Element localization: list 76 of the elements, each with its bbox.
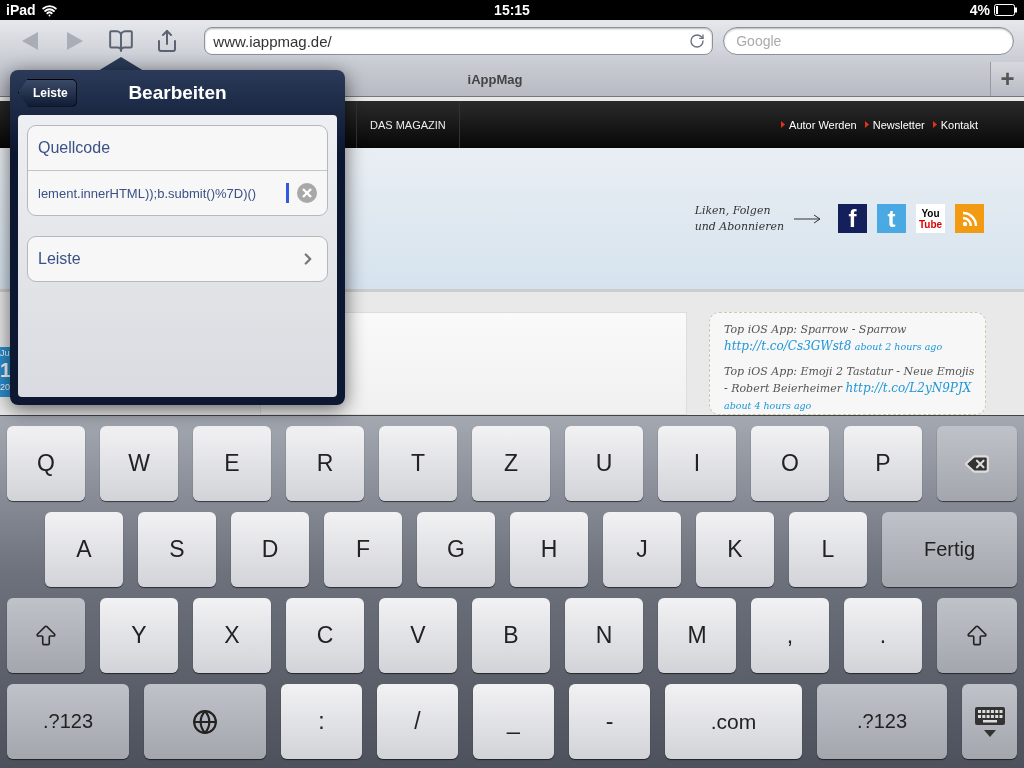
key[interactable]: W (100, 426, 178, 501)
globe-icon (192, 708, 218, 735)
key[interactable]: L (789, 512, 867, 587)
book-icon (107, 28, 134, 54)
key[interactable]: H (510, 512, 588, 587)
right-triangle-icon (67, 32, 84, 50)
clock: 15:15 (494, 2, 530, 18)
dotcom-key[interactable]: .com (665, 684, 802, 759)
bullet-icon (864, 121, 869, 128)
facebook-link[interactable]: f (838, 204, 867, 233)
key[interactable]: Q (7, 426, 85, 501)
keyboard-icon (973, 704, 1006, 739)
key[interactable]: K (696, 512, 774, 587)
key[interactable]: S (138, 512, 216, 587)
bullet-icon (932, 121, 937, 128)
shift-key[interactable] (937, 598, 1017, 673)
key[interactable]: F (324, 512, 402, 587)
battery-icon (994, 4, 1018, 16)
backspace-key[interactable] (937, 426, 1017, 501)
youtube-link[interactable]: You Tube (916, 204, 945, 233)
key[interactable]: E (193, 426, 271, 501)
key[interactable]: / (377, 684, 458, 759)
wifi-icon (41, 2, 57, 18)
code-field[interactable]: lement.innerHTML));b.submit()%7D)() (38, 185, 286, 201)
search-field[interactable]: Google (723, 27, 1014, 55)
battery-percent: 4% (969, 2, 990, 18)
key[interactable]: A (45, 512, 123, 587)
page-title: iAppMag (466, 71, 524, 87)
nav-link[interactable]: Autor Werden (781, 118, 857, 131)
device-name: iPad (6, 2, 36, 18)
key[interactable]: G (417, 512, 495, 587)
nav-link[interactable]: Kontakt (932, 118, 978, 131)
key[interactable]: X (193, 598, 271, 673)
bullet-icon (781, 121, 786, 128)
key[interactable]: . (844, 598, 922, 673)
key[interactable]: B (472, 598, 550, 673)
key[interactable]: N (565, 598, 643, 673)
arrow-icon (794, 213, 822, 224)
key[interactable]: J (603, 512, 681, 587)
key[interactable]: M (658, 598, 736, 673)
reload-button[interactable] (689, 33, 706, 49)
name-field[interactable]: Quellcode (38, 139, 317, 157)
done-key[interactable]: Fertig (882, 512, 1017, 587)
key[interactable]: U (565, 426, 643, 501)
tagline: Liken, Folgen und Abonnieren (694, 202, 784, 235)
popover-title: Bearbeiten (128, 81, 227, 104)
tweet: Top iOS App: Emoji 2 Tastatur - Neue Emojis - Robert Beierheimer http://t.co/L2yN9PJX about 4 hours ago (724, 364, 976, 413)
text-cursor (286, 183, 289, 203)
reload-icon (689, 33, 706, 49)
key[interactable]: I (658, 426, 736, 501)
back-button[interactable]: Leiste (18, 78, 77, 107)
key[interactable]: P (844, 426, 922, 501)
shift-key[interactable] (7, 598, 85, 673)
new-tab-button[interactable]: + (990, 62, 1024, 96)
menu-row[interactable]: Leiste (28, 237, 327, 281)
key[interactable]: V (379, 598, 457, 673)
hide-keyboard-key[interactable] (962, 684, 1017, 759)
nav-link[interactable]: Newsletter (864, 118, 925, 131)
key[interactable]: : (281, 684, 362, 759)
key[interactable]: - (569, 684, 650, 759)
key[interactable]: D (231, 512, 309, 587)
url-field[interactable]: www.iappmag.de/ (204, 27, 714, 55)
key[interactable]: T (379, 426, 457, 501)
key[interactable]: Z (472, 426, 550, 501)
key[interactable]: , (751, 598, 829, 673)
key[interactable]: _ (473, 684, 554, 759)
left-triangle-icon (21, 32, 38, 50)
tweet: Top iOS App: Sparrow - Sparrow http://t.co/Cs3GWst8 about 2 hours ago (724, 322, 944, 355)
numbers-key[interactable]: .?123 (817, 684, 947, 759)
rss-icon (960, 209, 979, 228)
numbers-key[interactable]: .?123 (7, 684, 129, 759)
key[interactable]: O (751, 426, 829, 501)
key[interactable]: Y (100, 598, 178, 673)
key[interactable]: C (286, 598, 364, 673)
globe-key[interactable] (144, 684, 266, 759)
key[interactable]: R (286, 426, 364, 501)
